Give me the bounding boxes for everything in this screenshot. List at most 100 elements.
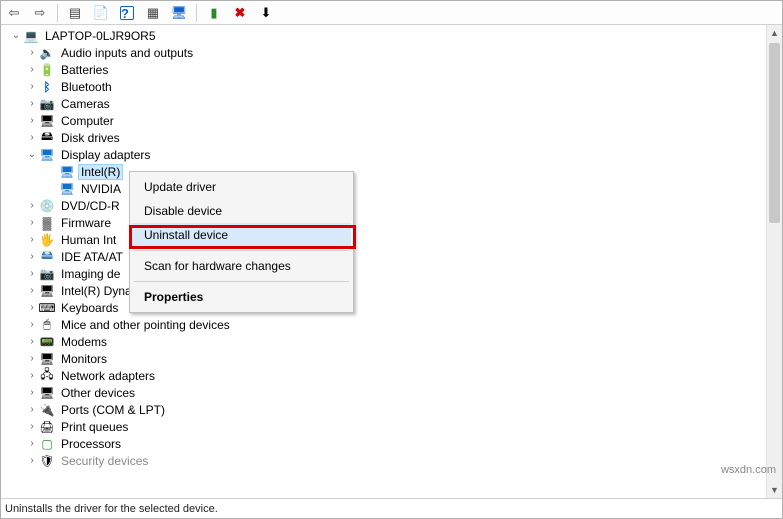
context-menu: Update driverDisable deviceUninstall dev…: [129, 171, 354, 313]
expand-icon[interactable]: ›: [25, 63, 39, 77]
expand-icon[interactable]: ›: [25, 199, 39, 213]
menu-item-update-driver[interactable]: Update driver: [132, 175, 351, 199]
menu-item-properties[interactable]: Properties: [132, 285, 351, 309]
expand-icon[interactable]: ›: [25, 46, 39, 60]
device-icon: 🖥: [59, 181, 75, 197]
update-icon[interactable]: ⬇: [255, 3, 277, 23]
tree-category-item[interactable]: ›🛡Security devices: [5, 452, 766, 469]
expand-icon[interactable]: ›: [25, 403, 39, 417]
tree-category-item[interactable]: ›🔋Batteries: [5, 61, 766, 78]
menu-separator: [134, 281, 349, 282]
tree-category-item[interactable]: ›▢Processors: [5, 435, 766, 452]
scan-icon[interactable]: 🖥: [168, 3, 190, 23]
expand-icon[interactable]: ›: [25, 454, 39, 468]
tree-category-item[interactable]: ›🖨Print queues: [5, 418, 766, 435]
disable-icon[interactable]: ✖: [229, 3, 251, 23]
tree-root[interactable]: ⌄💻LAPTOP-0LJR9OR5: [5, 27, 766, 44]
status-text: Uninstalls the driver for the selected d…: [5, 503, 218, 515]
tree-item-label: Disk drives: [59, 131, 122, 145]
expand-icon[interactable]: ›: [25, 80, 39, 94]
vertical-scrollbar[interactable]: ▲ ▼: [766, 25, 782, 498]
expand-icon[interactable]: ›: [25, 420, 39, 434]
tree-category-item[interactable]: ›🔉Audio inputs and outputs: [5, 44, 766, 61]
refresh-icon[interactable]: ▦: [142, 3, 164, 23]
properties-icon[interactable]: 📄: [90, 3, 112, 23]
status-bar: Uninstalls the driver for the selected d…: [1, 498, 782, 518]
collapse-icon[interactable]: ⌄: [25, 148, 39, 162]
tree-category-item[interactable]: ›📟Modems: [5, 333, 766, 350]
device-icon: 📷: [39, 96, 55, 112]
expand-icon[interactable]: ›: [25, 284, 39, 298]
menu-item-uninstall-device[interactable]: Uninstall device: [132, 223, 351, 247]
collapse-icon[interactable]: ⌄: [9, 29, 23, 43]
tree-device-item[interactable]: 🖥Intel(R): [5, 163, 766, 180]
tree-category-item[interactable]: ›📷 Cameras: [5, 95, 766, 112]
tree-category-item[interactable]: ›💿DVD/CD-R: [5, 197, 766, 214]
no-expand: [45, 165, 59, 179]
tree-item-label: Display adapters: [59, 148, 152, 162]
expand-icon[interactable]: ›: [25, 131, 39, 145]
device-icon: 📟: [39, 334, 55, 350]
expand-icon[interactable]: ›: [25, 386, 39, 400]
device-icon: ᛒ: [39, 79, 55, 95]
tree-item-label: Intel(R): [79, 165, 122, 179]
menu-item-scan-for-hardware-changes[interactable]: Scan for hardware changes: [132, 254, 351, 278]
tree-category-item[interactable]: ›🖥Computer: [5, 112, 766, 129]
tree-item-label: Monitors: [59, 352, 109, 366]
expand-icon[interactable]: ›: [25, 369, 39, 383]
tree-category-item[interactable]: ›🖥Other devices: [5, 384, 766, 401]
scroll-down-icon[interactable]: ▼: [767, 482, 782, 498]
device-icon: ⌨: [39, 300, 55, 316]
tree-item-label: Mice and other pointing devices: [59, 318, 232, 332]
expand-icon[interactable]: ›: [25, 335, 39, 349]
device-icon: 🖨: [39, 419, 55, 435]
show-hidden-icon[interactable]: ▤: [64, 3, 86, 23]
expand-icon[interactable]: ›: [25, 301, 39, 315]
tree-item-label: DVD/CD-R: [59, 199, 122, 213]
tree-category-item[interactable]: ›🖥Intel(R) Dynamic Platform and Thermal …: [5, 282, 766, 299]
expand-icon[interactable]: ›: [25, 352, 39, 366]
tree-item-label: Cameras: [59, 97, 112, 111]
expand-icon[interactable]: ›: [25, 233, 39, 247]
tree-item-label: Batteries: [59, 63, 110, 77]
tree-category-item[interactable]: ⌄🖥Display adapters: [5, 146, 766, 163]
tree-category-item[interactable]: ›📷Imaging de: [5, 265, 766, 282]
expand-icon[interactable]: ›: [25, 437, 39, 451]
tree-category-item[interactable]: ›ᛒ Bluetooth: [5, 78, 766, 95]
forward-icon[interactable]: ⇨: [29, 3, 51, 23]
device-icon: 🖴: [39, 130, 55, 146]
menu-item-disable-device[interactable]: Disable device: [132, 199, 351, 223]
toolbar-separator: [196, 4, 197, 22]
no-expand: [45, 182, 59, 196]
tree-category-item[interactable]: ›🖴IDE ATA/AT: [5, 248, 766, 265]
expand-icon[interactable]: ›: [25, 267, 39, 281]
device-icon: 🔉: [39, 45, 55, 61]
expand-icon[interactable]: ›: [25, 97, 39, 111]
tree-category-item[interactable]: ›⌨Keyboards: [5, 299, 766, 316]
back-icon[interactable]: ⇦: [3, 3, 25, 23]
tree-item-label: LAPTOP-0LJR9OR5: [43, 29, 158, 43]
tree-category-item[interactable]: ›▓Firmware: [5, 214, 766, 231]
tree-category-item[interactable]: ›🔌Ports (COM & LPT): [5, 401, 766, 418]
expand-icon[interactable]: ›: [25, 250, 39, 264]
tree-item-label: Bluetooth: [59, 80, 114, 94]
tree-device-item[interactable]: 🖥NVIDIA: [5, 180, 766, 197]
device-icon: 🔌: [39, 402, 55, 418]
tree-category-item[interactable]: ›🖱Mice and other pointing devices: [5, 316, 766, 333]
expand-icon[interactable]: ›: [25, 114, 39, 128]
tree-item-label: Other devices: [59, 386, 137, 400]
device-icon: 🛡: [39, 453, 55, 469]
tree-category-item[interactable]: ›🖥Monitors: [5, 350, 766, 367]
enable-icon[interactable]: ▮: [203, 3, 225, 23]
expand-icon[interactable]: ›: [25, 318, 39, 332]
scroll-thumb[interactable]: [769, 43, 780, 223]
expand-icon[interactable]: ›: [25, 216, 39, 230]
scroll-up-icon[interactable]: ▲: [767, 25, 782, 41]
device-icon: 🖥: [39, 283, 55, 299]
tree-category-item[interactable]: ›🖧Network adapters: [5, 367, 766, 384]
tree-category-item[interactable]: ›🖴 Disk drives: [5, 129, 766, 146]
tree-item-label: Firmware: [59, 216, 113, 230]
toolbar-separator: [57, 4, 58, 22]
tree-category-item[interactable]: ›🖐Human Int: [5, 231, 766, 248]
help-icon[interactable]: ?: [116, 3, 138, 23]
